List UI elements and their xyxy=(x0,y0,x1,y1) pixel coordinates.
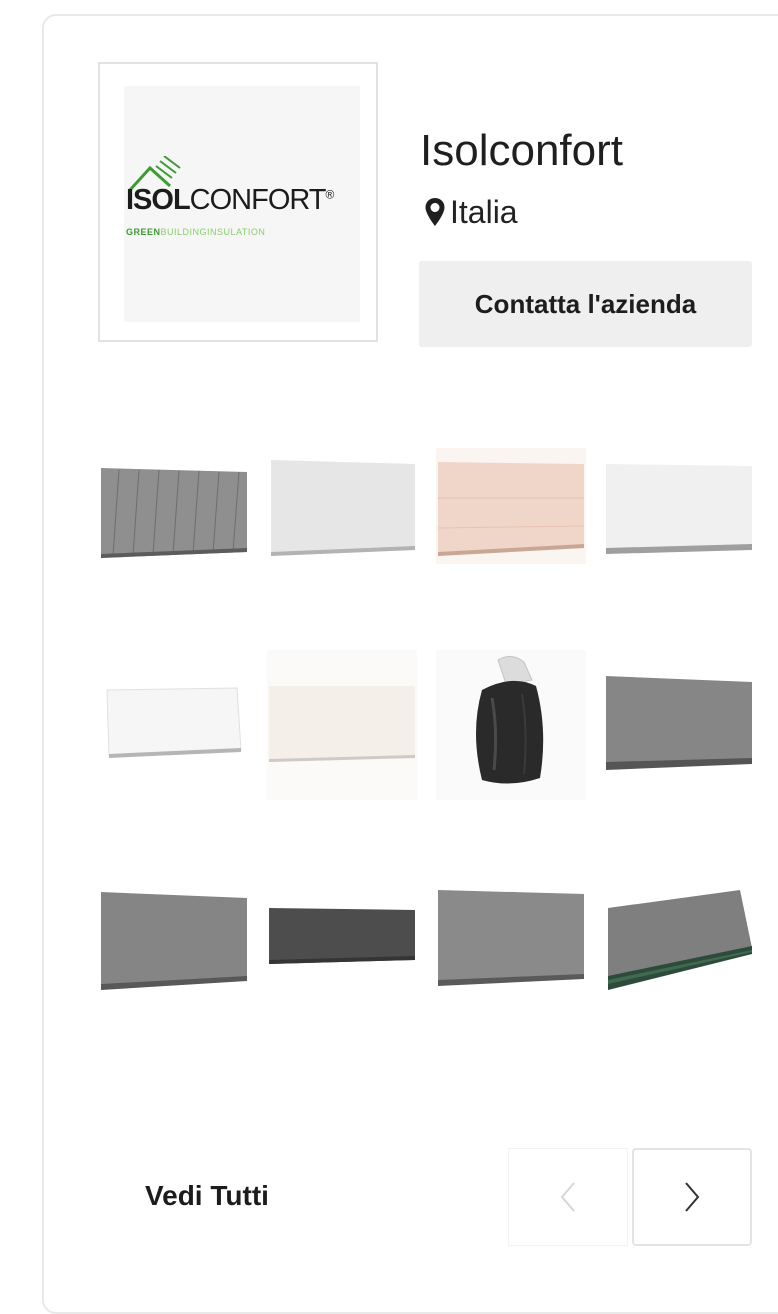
previous-button[interactable] xyxy=(508,1148,628,1246)
pink-insulation-panel-icon xyxy=(436,448,586,564)
grey-striped-insulation-panel-icon xyxy=(101,468,247,558)
product-thumbnail[interactable] xyxy=(604,650,754,800)
company-logo-box[interactable]: ISOLCONFORT® GREENBUILDINGINSULATION xyxy=(98,62,378,342)
next-button[interactable] xyxy=(632,1148,752,1246)
black-insulation-bag-icon xyxy=(436,650,586,800)
company-name[interactable]: Isolconfort xyxy=(420,126,623,176)
logo-tag-strong: GREEN xyxy=(126,227,161,237)
product-thumbnail[interactable] xyxy=(436,650,586,800)
grey-green-edge-insulation-panel-icon xyxy=(608,890,752,990)
chevron-right-icon xyxy=(685,1182,700,1212)
product-thumbnail[interactable] xyxy=(99,650,249,800)
light-grey-insulation-panel-icon xyxy=(271,460,415,556)
white-insulation-board-icon xyxy=(106,687,242,758)
logo-word-regular: CONFORT xyxy=(189,184,327,216)
grey-insulation-panel-icon xyxy=(101,892,247,990)
logo-wordmark: ISOLCONFORT® xyxy=(126,184,335,217)
product-thumbnail[interactable] xyxy=(436,440,586,590)
map-pin-icon xyxy=(425,198,445,226)
see-all-link[interactable]: Vedi Tutti xyxy=(145,1180,269,1212)
logo-registered: ® xyxy=(325,187,335,202)
product-thumbnail[interactable] xyxy=(267,440,417,590)
contact-company-button[interactable]: Contatta l'azienda xyxy=(419,261,752,347)
company-logo: ISOLCONFORT® GREENBUILDINGINSULATION xyxy=(124,86,360,322)
product-thumbnail[interactable] xyxy=(436,868,586,1018)
logo-tagline: GREENBUILDINGINSULATION xyxy=(126,227,265,237)
dark-grey-insulation-panel-icon xyxy=(269,908,415,964)
product-thumbnail[interactable] xyxy=(99,868,249,1018)
grey-insulation-panel-icon xyxy=(606,676,752,770)
logo-word-bold: ISOL xyxy=(126,184,191,216)
logo-tag-light: BUILDINGINSULATION xyxy=(160,227,266,237)
white-insulation-panel-icon xyxy=(606,464,752,554)
product-thumbnail[interactable] xyxy=(99,440,249,590)
company-location: Italia xyxy=(424,192,518,232)
product-thumbnail[interactable] xyxy=(267,650,417,800)
grey-insulation-panel-icon xyxy=(438,890,584,986)
product-thumbnail[interactable] xyxy=(267,868,417,1018)
product-thumbnail[interactable] xyxy=(604,868,754,1018)
cream-insulation-panel-icon xyxy=(267,650,417,800)
chevron-left-icon xyxy=(560,1182,575,1212)
location-text: Italia xyxy=(450,193,518,230)
product-thumbnail[interactable] xyxy=(604,440,754,590)
